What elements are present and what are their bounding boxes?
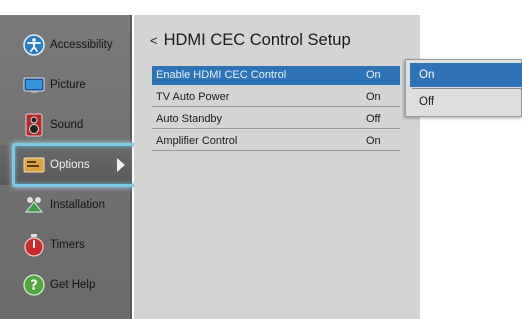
- timer-icon: [22, 233, 46, 257]
- setting-name: Enable HDMI CEC Control: [156, 69, 287, 81]
- dropdown-option-off[interactable]: Off: [410, 90, 522, 114]
- help-icon: ?: [22, 273, 46, 297]
- sidebar-item-installation[interactable]: Installation: [0, 185, 132, 225]
- installation-icon: [22, 193, 46, 217]
- setting-value: Off: [366, 113, 381, 125]
- sidebar-item-sound[interactable]: Sound: [0, 105, 132, 145]
- sidebar-item-label: Get Help: [50, 279, 96, 291]
- options-icon: [22, 153, 46, 177]
- accessibility-icon: [22, 33, 46, 57]
- page-title-text: HDMI CEC Control Setup: [163, 31, 351, 49]
- setting-row-enable-hdmi-cec[interactable]: Enable HDMI CEC Control On: [152, 66, 400, 85]
- settings-panel: < HDMI CEC Control Setup Enable HDMI CEC …: [134, 15, 420, 319]
- chevron-right-icon: [117, 158, 125, 172]
- svg-text:?: ?: [30, 279, 38, 294]
- value-dropdown: On Off: [405, 59, 522, 117]
- sidebar-item-label: Options: [50, 159, 90, 171]
- sidebar-item-timers[interactable]: Timers: [0, 225, 132, 265]
- page-title: < HDMI CEC Control Setup: [150, 31, 351, 50]
- sidebar-item-get-help[interactable]: ? Get Help: [0, 265, 132, 305]
- back-arrow-icon[interactable]: <: [150, 33, 158, 48]
- setting-name: Amplifier Control: [156, 135, 238, 147]
- sidebar-item-label: Installation: [50, 199, 105, 211]
- picture-icon: [22, 73, 46, 97]
- tv-menu-screen: Accessibility Picture Sound Options Inst…: [0, 15, 522, 319]
- sidebar-item-label: Picture: [50, 79, 86, 91]
- sidebar-item-label: Timers: [50, 239, 85, 251]
- setting-row-amplifier-control[interactable]: Amplifier Control On: [152, 132, 400, 151]
- option-label: Off: [419, 96, 435, 108]
- sidebar-menu: Accessibility Picture Sound Options Inst…: [0, 15, 132, 319]
- setting-name: TV Auto Power: [156, 91, 230, 103]
- setting-row-tv-auto-power[interactable]: TV Auto Power On: [152, 88, 400, 107]
- sidebar-item-picture[interactable]: Picture: [0, 65, 132, 105]
- sidebar-item-accessibility[interactable]: Accessibility: [0, 25, 132, 65]
- dropdown-option-on[interactable]: On: [410, 63, 522, 87]
- setting-name: Auto Standby: [156, 113, 223, 125]
- divider: [412, 88, 522, 89]
- speaker-icon: [22, 113, 46, 137]
- setting-value: On: [366, 91, 381, 103]
- sidebar-item-options[interactable]: Options: [0, 145, 132, 185]
- setting-value: On: [366, 69, 381, 81]
- sidebar-item-label: Accessibility: [50, 39, 113, 51]
- option-label: On: [419, 69, 435, 81]
- setting-value: On: [366, 135, 381, 147]
- setting-row-auto-standby[interactable]: Auto Standby Off: [152, 110, 400, 129]
- sidebar-item-label: Sound: [50, 119, 84, 131]
